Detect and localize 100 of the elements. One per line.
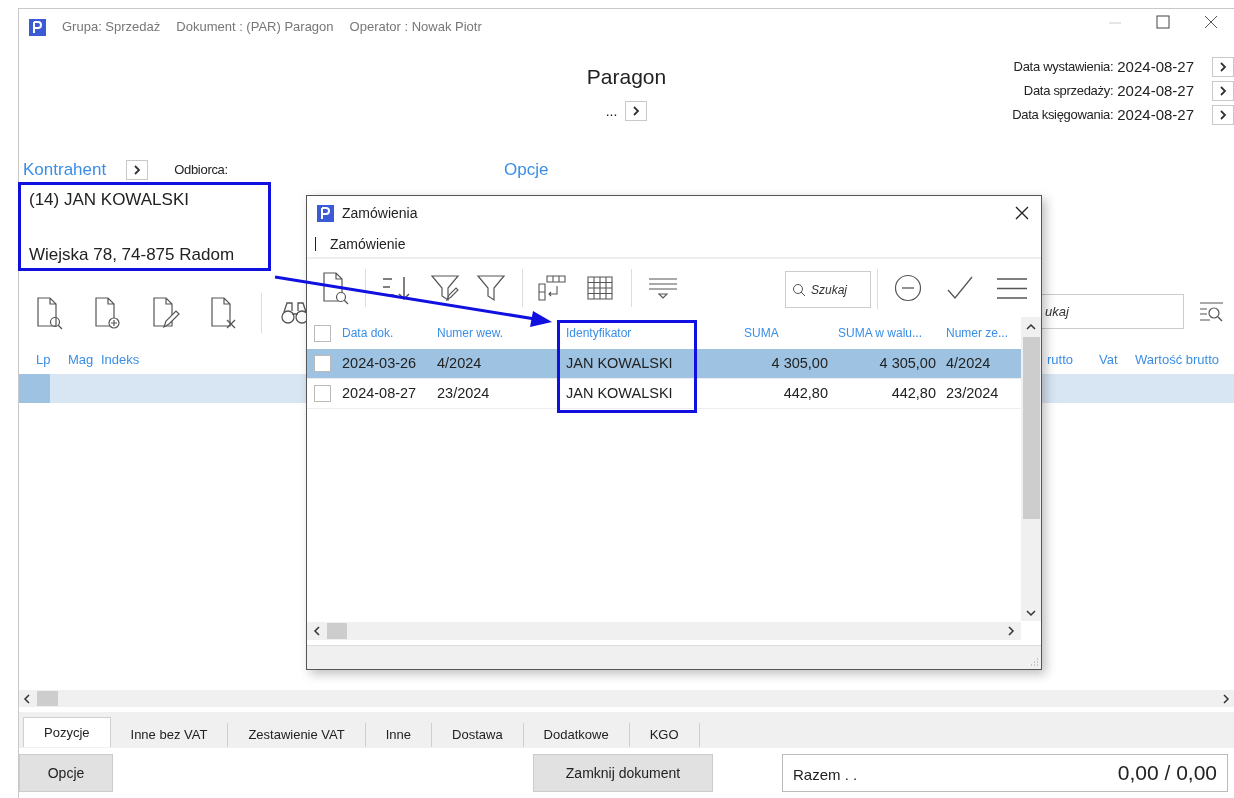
dialog-title: Zamówienia [342,204,418,223]
number-button[interactable] [625,101,648,121]
scroll-right-icon[interactable] [1007,626,1015,636]
tab[interactable]: Inne [365,723,433,747]
tab[interactable]: Pozycje [23,717,111,747]
column-header[interactable]: Numer wew. [432,324,561,342]
column-header[interactable]: Numer ze... [941,324,1021,342]
table-cell: 442,80 [783,384,828,401]
app-logo-icon [317,205,334,222]
column-header[interactable]: SUMA w walu... [833,324,941,342]
scroll-right-icon[interactable] [1222,693,1230,704]
tab[interactable]: KGO [629,723,700,747]
total-label: Razem . . [793,764,858,785]
menu-item[interactable]: Zamówienie [330,233,406,255]
table-row[interactable]: 2024-08-27 23/2024 JAN KOWALSKI 442,80 442,80 23/2024 [307,379,1021,409]
options-button[interactable]: Opcje [19,754,113,792]
table-cell: 4 305,00 [771,354,828,371]
row-checkbox[interactable] [313,385,331,402]
edit-document-icon[interactable] [151,296,181,330]
tab[interactable]: Inne bez VAT [110,723,229,747]
search-field[interactable]: Szukaj [785,271,871,308]
scrollbar-thumb[interactable] [327,623,347,639]
column-header[interactable]: SUMA [731,324,833,342]
tab[interactable]: Zestawienie VAT [228,723,366,747]
columns-icon[interactable] [537,274,567,302]
date-label: Data księgowania: [1012,106,1114,125]
menu-icon[interactable] [997,278,1027,299]
date-label: Data sprzedaży: [1023,82,1114,101]
window-title: Dokument : (PAR) Paragon [176,18,334,37]
section-heading: Opcje [504,159,549,182]
grid-icon[interactable] [587,276,613,300]
table-cell: 2024-03-26 [342,354,417,371]
section-heading: Kontrahent [23,159,107,182]
scroll-left-icon[interactable] [23,693,31,704]
close-icon[interactable] [1204,15,1218,29]
scroll-up-icon[interactable] [1026,323,1036,331]
add-document-icon[interactable] [93,296,123,330]
checkmark-icon[interactable] [947,276,973,300]
scrollbar-thumb[interactable] [37,691,58,706]
table-cell: JAN KOWALSKI [566,384,673,401]
preview-document-icon[interactable] [321,271,351,305]
column-header[interactable]: Vat [1099,350,1118,370]
chevron-right-icon [632,106,641,116]
table-cell: 4/2024 [437,354,482,371]
table-cell: 2024-08-27 [342,384,417,401]
date-value: 2024-08-27 [1117,56,1194,77]
date-label: Data wystawienia: [1013,58,1114,77]
date-picker-button[interactable] [1212,81,1234,101]
scrollbar-thumb[interactable] [1022,337,1040,519]
horizontal-scrollbar[interactable] [307,622,1021,640]
column-header[interactable]: Lp [36,350,51,370]
search-icon [792,282,806,297]
column-header[interactable]: Identyfikator [561,324,731,342]
maximize-icon[interactable] [1156,15,1170,29]
horizontal-scrollbar[interactable] [19,690,1234,707]
close-document-button[interactable]: Zamknij dokument [533,754,713,792]
column-header[interactable]: Indeks [101,350,140,370]
table-cell: JAN KOWALSKI [566,354,673,371]
column-header[interactable]: Wartość brutto [1135,350,1220,370]
minus-circle-icon[interactable] [894,274,922,302]
table-cell: 4 305,00 [879,354,936,371]
tab[interactable]: Dodatkowe [523,723,630,747]
table-cell: 442,80 [891,384,936,401]
tab[interactable]: Dostawa [432,723,524,747]
date-picker-button[interactable] [1212,105,1234,125]
document-number: ... [605,101,618,121]
date-value: 2024-08-27 [1117,80,1194,101]
chevron-right-icon [133,165,142,175]
close-icon[interactable] [1015,206,1029,220]
recipient-label: Odbiorca: [174,161,228,180]
scroll-down-icon[interactable] [1026,609,1036,617]
app-logo-icon [29,18,46,36]
column-header[interactable]: Mag [68,350,94,370]
scroll-left-icon[interactable] [313,626,321,636]
search-list-icon[interactable] [1199,301,1224,323]
window-title: Grupa: Sprzedaż [62,18,161,37]
table-cell: 23/2024 [946,384,999,401]
preview-document-icon[interactable] [35,296,65,330]
table-cell: 23/2024 [437,384,490,401]
chevron-right-icon [1219,62,1227,72]
total-value: 0,00 / 0,00 [1117,760,1217,787]
date-value: 2024-08-27 [1117,104,1194,125]
filter-edit-icon[interactable] [430,273,460,303]
column-header[interactable]: rutto [1047,350,1073,370]
filter-icon[interactable] [476,273,506,303]
column-header[interactable]: Data dok. [337,324,432,342]
resize-grip-icon[interactable] [1029,657,1039,667]
table-row[interactable]: 2024-03-26 4/2024 JAN KOWALSKI 4 305,00 4 305,00 4/2024 [307,349,1021,379]
table-cell: 4/2024 [946,354,991,371]
window-title: Operator : Nowak Piotr [349,18,482,37]
vertical-scrollbar[interactable] [1021,317,1041,621]
chevron-right-icon [1219,110,1227,120]
date-picker-button[interactable] [1212,57,1234,77]
row-checkbox[interactable] [313,355,331,372]
contractor-address: Wiejska 78, 74-875 Radom [29,244,235,266]
document-title: Paragon [586,64,667,90]
chevron-right-icon [1219,86,1227,96]
contractor-button[interactable] [126,160,149,180]
select-all-checkbox[interactable] [313,324,331,342]
contractor-name: (14) JAN KOWALSKI [29,189,189,211]
